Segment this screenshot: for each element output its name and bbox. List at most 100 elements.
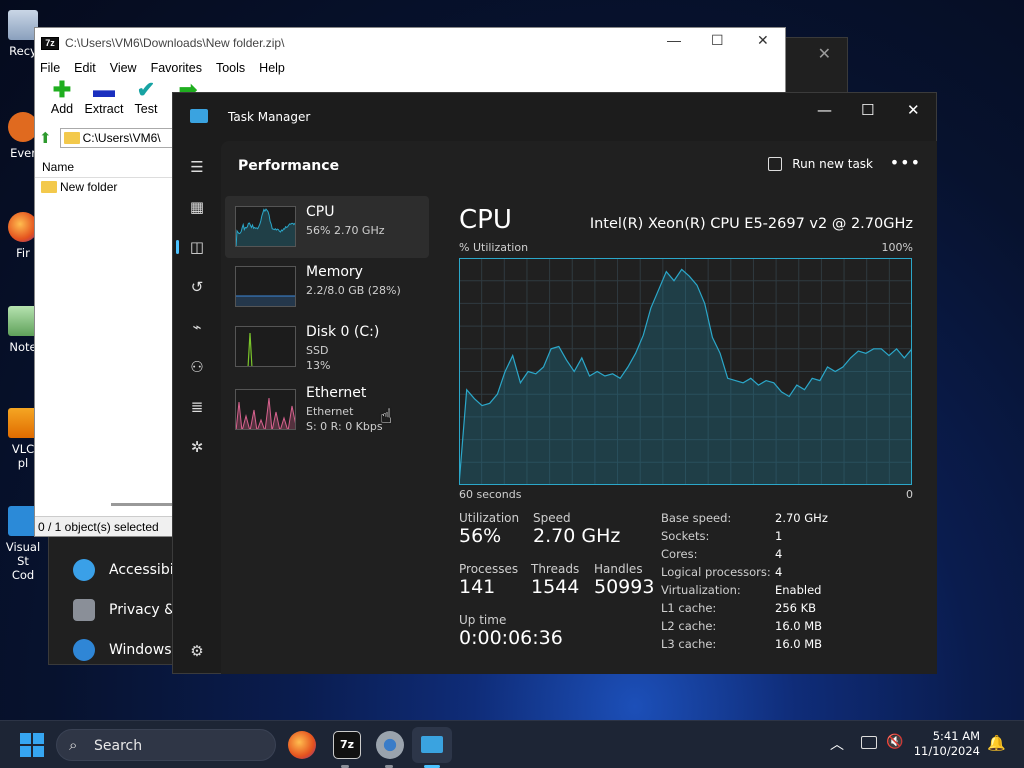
task-manager-window: Task Manager — ☐ ✕ ☰ ▦ ◫ ↺ ⌁ ⚇ ≣ ✲ ⚙ Per… — [172, 92, 937, 674]
task-manager-taskbar-button[interactable] — [412, 727, 452, 763]
cpu-thumbnail-graph — [235, 206, 296, 247]
settings-item-accessibility[interactable]: Accessibili — [73, 552, 181, 588]
sevenzip-logo-icon: 7z — [41, 36, 59, 50]
network-icon[interactable] — [861, 736, 877, 749]
maximize-icon[interactable]: ☐ — [711, 32, 724, 49]
resource-detail: S: 0 R: 0 Kbps — [306, 420, 383, 433]
menu-edit[interactable]: Edit — [74, 61, 96, 75]
stat-label: Threads — [531, 562, 580, 576]
spec-value: 4 — [775, 565, 783, 579]
performance-icon[interactable]: ◫ — [176, 237, 207, 257]
resource-item-ethernet[interactable]: Ethernet Ethernet S: 0 R: 0 Kbps — [225, 377, 429, 443]
hamburger-menu-icon[interactable]: ☰ — [187, 157, 207, 177]
stat-value-uptime: 0:00:06:36 — [459, 627, 563, 649]
minimize-icon[interactable]: — — [817, 101, 832, 119]
spec-value: 2.70 GHz — [775, 511, 828, 525]
test-label: Test — [134, 102, 158, 116]
menu-view[interactable]: View — [110, 61, 137, 75]
mouse-cursor-icon: ☝ — [380, 404, 393, 428]
close-icon[interactable]: ✕ — [907, 101, 920, 119]
notification-bell-icon[interactable]: 🔔 — [987, 734, 1006, 752]
start-button[interactable] — [20, 733, 44, 757]
task-manager-logo-icon — [190, 109, 208, 123]
resource-name: Memory — [306, 264, 363, 280]
close-icon[interactable]: ✕ — [818, 44, 831, 63]
settings-gear-icon[interactable]: ⚙ — [187, 641, 207, 661]
app-history-icon[interactable]: ↺ — [187, 277, 207, 297]
chevron-up-icon[interactable]: ︿ — [830, 734, 844, 754]
desktop-icon-label: Note — [9, 340, 37, 354]
resource-name: Disk 0 (C:) — [306, 324, 380, 340]
clock-date: 11/10/2024 — [913, 744, 980, 758]
desktop-icon-label: Recy — [9, 44, 37, 58]
settings-taskbar-icon[interactable] — [376, 731, 404, 759]
list-item[interactable]: New folder — [41, 180, 117, 194]
volume-muted-icon[interactable]: 🔇 — [886, 734, 903, 750]
search-placeholder: Search — [94, 738, 143, 754]
resource-item-cpu[interactable]: CPU 56% 2.70 GHz — [225, 196, 429, 258]
services-icon[interactable]: ✲ — [187, 437, 207, 457]
stat-value-speed: 2.70 GHz — [533, 525, 621, 547]
stat-value-handles: 50993 — [594, 576, 655, 598]
menu-help[interactable]: Help — [259, 61, 285, 75]
menu-favorites[interactable]: Favorites — [151, 61, 202, 75]
details-icon[interactable]: ≣ — [187, 397, 207, 417]
up-folder-icon[interactable]: ⬆ — [39, 129, 52, 147]
startup-apps-icon[interactable]: ⌁ — [187, 317, 207, 337]
spec-label: Virtualization: — [661, 583, 741, 597]
desktop-icon-label: Ever — [10, 146, 36, 160]
resource-detail: Ethernet — [306, 405, 354, 418]
stat-value-threads: 1544 — [531, 576, 580, 598]
min-axis-label: 0 — [906, 488, 913, 501]
horizontal-scrollbar[interactable] — [111, 503, 175, 506]
address-input[interactable]: C:\Users\VM6\ — [59, 128, 190, 148]
spec-value: 16.0 MB — [775, 619, 823, 633]
desktop-icon-label: Visual St — [5, 540, 41, 568]
maximize-icon[interactable]: ☐ — [861, 101, 874, 119]
stat-value-utilization: 56% — [459, 525, 502, 547]
check-icon: ✔ — [136, 77, 156, 102]
menu-file[interactable]: File — [40, 61, 60, 75]
menu-tools[interactable]: Tools — [216, 61, 245, 75]
settings-item-privacy[interactable]: Privacy & s — [73, 592, 187, 628]
search-box[interactable]: ⌕ Search — [56, 729, 276, 761]
sevenzip-titlebar: 7z C:\Users\VM6\Downloads\New folder.zip… — [35, 28, 785, 58]
spec-label: L3 cache: — [661, 637, 717, 651]
column-header-name[interactable]: Name — [35, 156, 175, 178]
cpu-detail-panel: CPU Intel(R) Xeon(R) CPU E5-2697 v2 @ 2.… — [459, 141, 937, 674]
processes-icon[interactable]: ▦ — [187, 197, 207, 217]
minimize-icon[interactable]: — — [667, 32, 681, 48]
max-axis-label: 100% — [881, 241, 913, 254]
sevenzip-title: C:\Users\VM6\Downloads\New folder.zip\ — [65, 36, 285, 50]
spec-label: Cores: — [661, 547, 698, 561]
test-button[interactable]: ✔ Test — [125, 78, 167, 126]
add-button[interactable]: ✚ Add — [41, 78, 83, 126]
folder-icon — [41, 181, 57, 193]
list-item-label: New folder — [60, 180, 118, 194]
spec-label: L1 cache: — [661, 601, 717, 615]
folder-icon — [63, 132, 80, 144]
resource-detail: SSD — [306, 344, 329, 357]
close-icon[interactable]: ✕ — [757, 32, 769, 49]
firefox-taskbar-icon[interactable] — [288, 731, 316, 759]
ethernet-thumbnail-graph — [235, 389, 296, 430]
system-clock[interactable]: 5:41 AM 11/10/2024 — [914, 729, 980, 759]
resource-item-disk[interactable]: Disk 0 (C:) SSD 13% — [225, 316, 429, 378]
spec-label: Sockets: — [661, 529, 710, 543]
task-manager-titlebar: Task Manager — ☐ ✕ — [173, 93, 936, 141]
desktop-icon-label: VLC — [11, 442, 35, 456]
spec-value: 256 KB — [775, 601, 817, 615]
status-bar: 0 / 1 object(s) selected — [35, 516, 175, 536]
navigation-rail: ☰ ▦ ◫ ↺ ⌁ ⚇ ≣ ✲ ⚙ — [173, 141, 221, 674]
desktop-icon-label: Fir — [16, 246, 30, 260]
settings-item-windows-update[interactable]: Windows U — [73, 632, 186, 668]
users-icon[interactable]: ⚇ — [187, 357, 207, 377]
resource-detail: 13% — [306, 359, 331, 372]
shield-icon — [73, 599, 95, 621]
extract-button[interactable]: ▬ Extract — [83, 78, 125, 126]
spec-label: Logical processors: — [661, 565, 771, 579]
task-manager-icon — [421, 736, 443, 753]
resource-name: Ethernet — [306, 385, 367, 401]
sevenzip-taskbar-icon[interactable]: 7z — [333, 731, 361, 759]
resource-item-memory[interactable]: Memory 2.2/8.0 GB (28%) — [225, 256, 429, 318]
